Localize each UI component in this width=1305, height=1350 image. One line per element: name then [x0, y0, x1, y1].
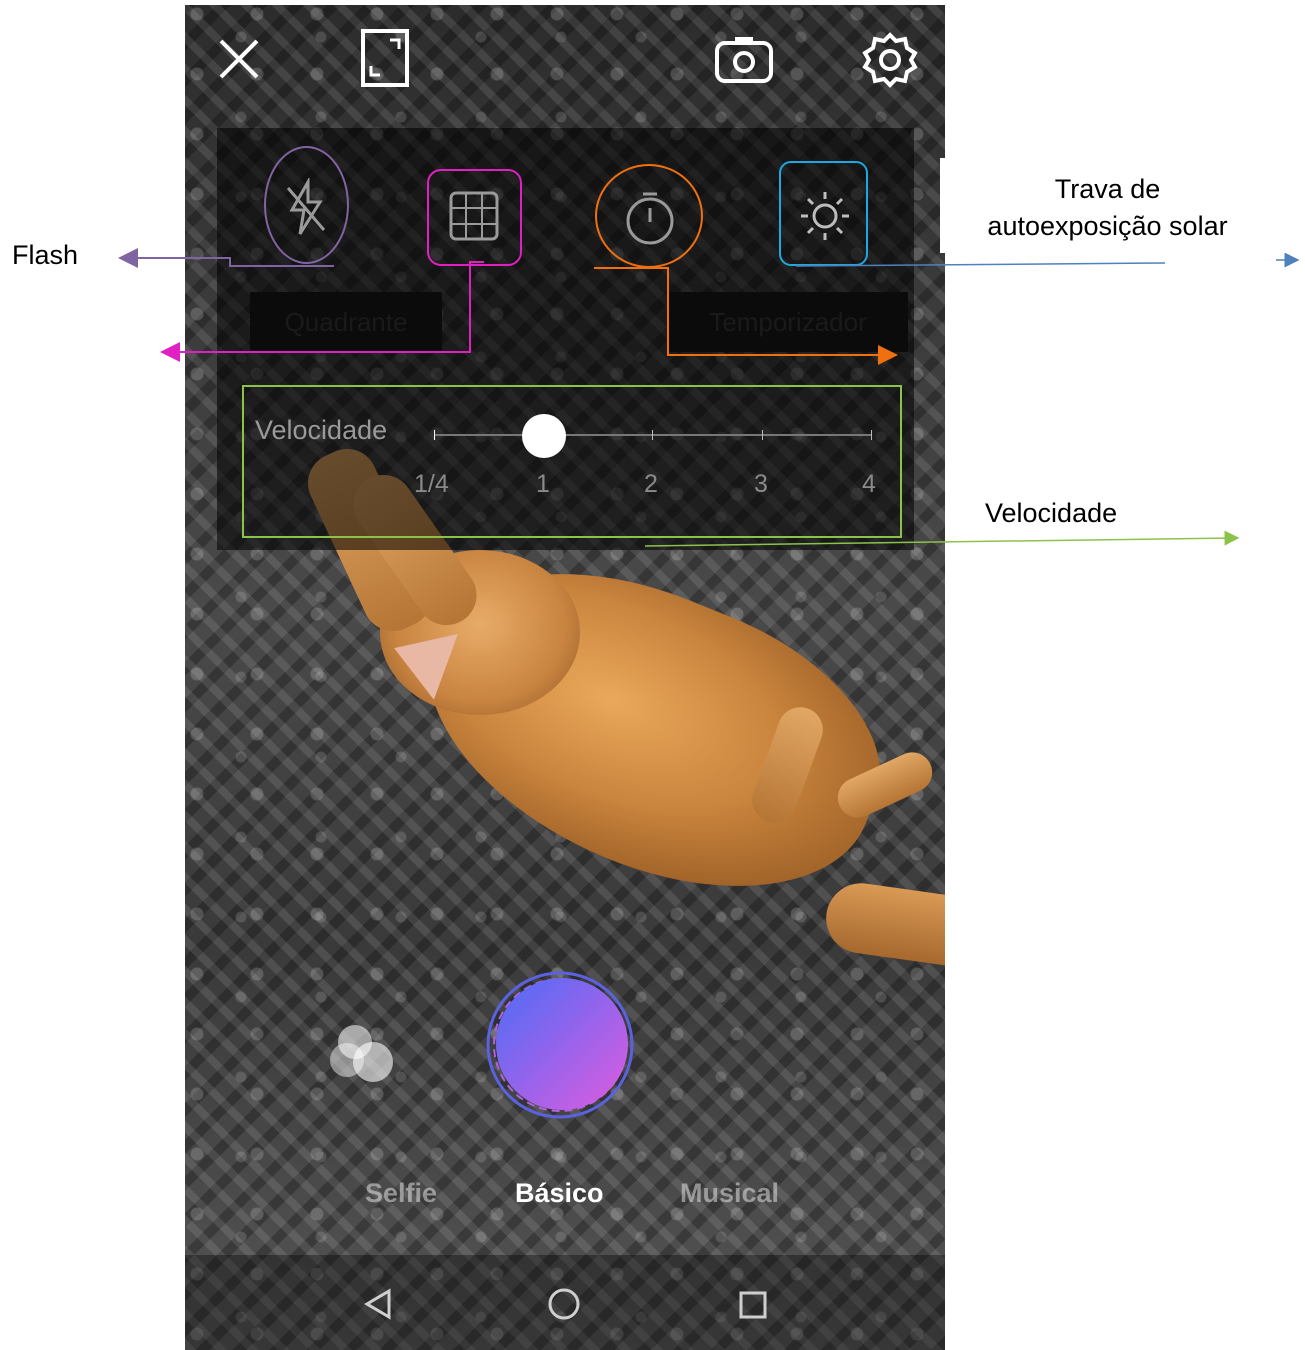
velocidade-annotation: Velocidade: [985, 498, 1118, 528]
flash-annotation: Flash: [12, 240, 79, 270]
trava-annotation-line2: autoexposição solar: [987, 211, 1228, 241]
trava-annotation-line1: Trava de: [1054, 174, 1161, 204]
